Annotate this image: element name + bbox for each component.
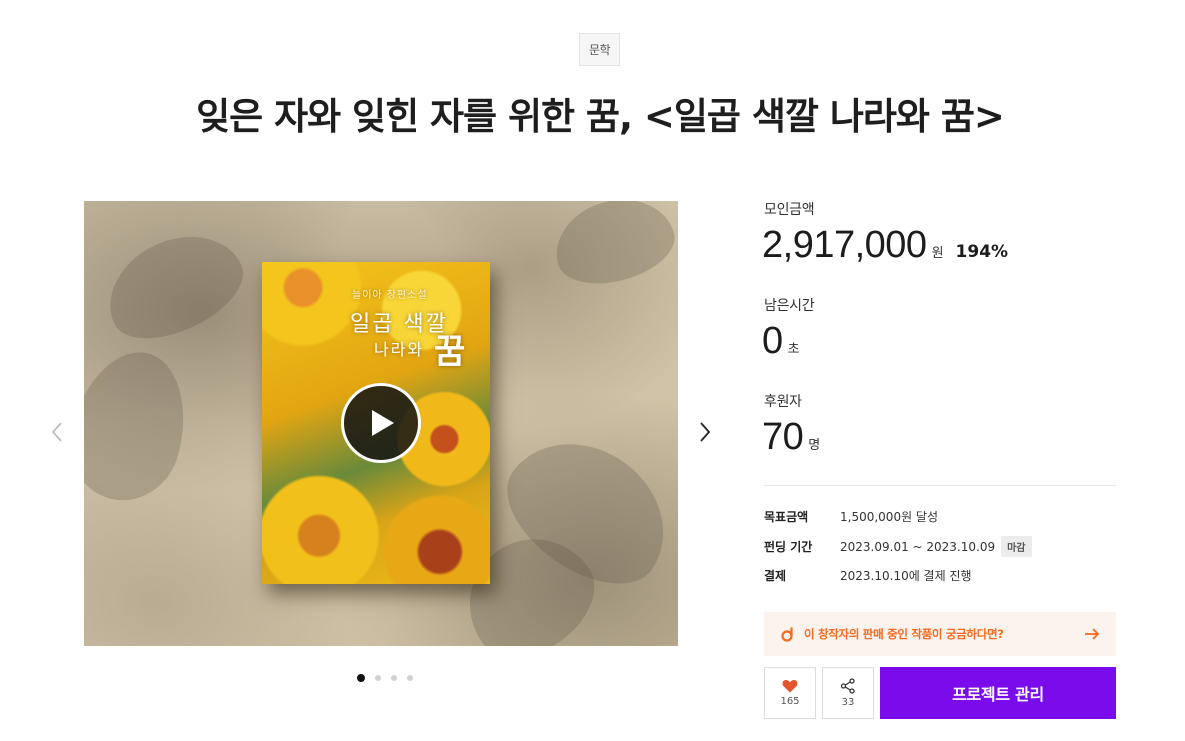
gallery-dot-4[interactable] bbox=[407, 675, 413, 681]
funding-percent: 194% bbox=[955, 242, 1009, 262]
raised-amount: 2,917,000 원 194% bbox=[762, 224, 1008, 267]
backers: 70 명 bbox=[762, 416, 820, 459]
gallery-pagination bbox=[357, 674, 413, 682]
creator-store-banner[interactable]: 이 창작자의 판매 중인 작품이 궁금하다면? bbox=[764, 612, 1116, 656]
creator-store-text: 이 창작자의 판매 중인 작품이 궁금하다면? bbox=[804, 627, 1004, 641]
media-gallery: 늘이아 장편소설 일곱 색깔 나라와 꿈 bbox=[84, 201, 678, 646]
period-row: 펀딩 기간 2023.09.01 ~ 2023.10.09 마감 bbox=[764, 536, 1032, 557]
backers-unit: 명 bbox=[808, 438, 821, 453]
gallery-dot-1[interactable] bbox=[357, 674, 365, 682]
page-title: 잊은 자와 잊힌 자를 위한 꿈, <일곱 색깔 나라와 꿈> bbox=[196, 95, 1005, 138]
chevron-left-icon bbox=[51, 422, 62, 442]
closed-badge: 마감 bbox=[1001, 536, 1032, 557]
manage-project-button[interactable]: 프로젝트 관리 bbox=[880, 667, 1116, 719]
cover-title-line3: 꿈 bbox=[434, 332, 466, 372]
leaf-shadow bbox=[84, 339, 202, 513]
time-left-unit: 초 bbox=[787, 342, 800, 357]
goal-label: 목표금액 bbox=[764, 510, 809, 524]
cover-title-line2: 나라와 bbox=[374, 340, 425, 359]
cover-author: 늘이아 장편소설 bbox=[352, 290, 428, 301]
play-icon bbox=[372, 410, 394, 436]
gallery-dot-2[interactable] bbox=[375, 675, 381, 681]
gallery-next-button[interactable] bbox=[693, 417, 717, 447]
raised-amount-unit: 원 bbox=[931, 246, 944, 261]
store-logo-icon bbox=[781, 627, 793, 642]
backers-label: 후원자 bbox=[764, 394, 802, 410]
chevron-right-icon bbox=[700, 422, 711, 442]
gallery-dot-3[interactable] bbox=[391, 675, 397, 681]
payment-label: 결제 bbox=[764, 569, 787, 583]
divider bbox=[764, 485, 1116, 486]
leaf-shadow bbox=[91, 215, 257, 357]
time-left-label: 남은시간 bbox=[764, 298, 815, 314]
gallery-prev-button[interactable] bbox=[45, 417, 69, 447]
heart-icon bbox=[782, 680, 798, 693]
period-label: 펀딩 기간 bbox=[764, 540, 813, 554]
like-count: 165 bbox=[780, 696, 800, 707]
share-button[interactable]: 33 bbox=[822, 667, 874, 719]
period-value: 2023.09.01 ~ 2023.10.09 bbox=[840, 539, 996, 554]
payment-row: 결제 2023.10.10에 결제 진행 bbox=[764, 567, 972, 584]
category-tag[interactable]: 문학 bbox=[579, 33, 620, 66]
goal-value: 1,500,000원 달성 bbox=[840, 510, 939, 524]
leaf-shadow bbox=[545, 201, 678, 296]
payment-value: 2023.10.10에 결제 진행 bbox=[840, 569, 972, 583]
time-left-value: 0 bbox=[762, 320, 783, 362]
arrow-right-icon bbox=[1085, 628, 1100, 640]
raised-amount-label: 모인금액 bbox=[764, 202, 815, 218]
time-left: 0 초 bbox=[762, 320, 800, 363]
backers-value: 70 bbox=[762, 416, 804, 458]
goal-row: 목표금액 1,500,000원 달성 bbox=[764, 508, 938, 525]
video-play-button[interactable] bbox=[341, 383, 421, 463]
share-count: 33 bbox=[841, 697, 855, 708]
like-button[interactable]: 165 bbox=[764, 667, 816, 719]
raised-amount-value: 2,917,000 bbox=[762, 224, 927, 266]
share-icon bbox=[840, 678, 855, 694]
